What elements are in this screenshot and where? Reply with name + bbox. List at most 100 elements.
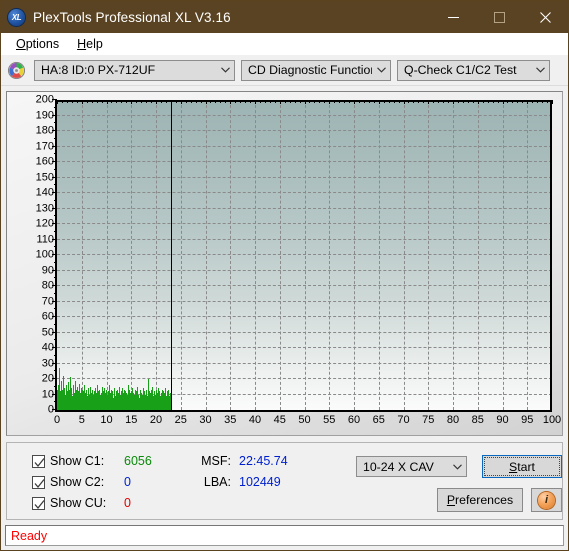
speed-select-value: 10-24 X CAV	[363, 459, 434, 474]
chevron-down-icon	[448, 463, 466, 470]
msf-readout: MSF: 22:45.74	[193, 454, 288, 468]
menu-bar: Options Help	[1, 33, 568, 55]
x-axis-tick-label: 45	[273, 414, 286, 426]
x-axis-minor-tick	[264, 100, 266, 103]
start-button[interactable]: Start	[482, 455, 562, 478]
x-axis-tick-mark	[502, 100, 504, 104]
chevron-down-icon	[216, 67, 234, 73]
x-axis-minor-tick	[482, 100, 484, 103]
lba-readout: LBA: 102449	[193, 475, 281, 489]
x-axis-minor-tick	[457, 100, 459, 103]
y-axis-tick-label: 140	[35, 186, 54, 199]
show-cu-row[interactable]: Show CU: 0	[32, 496, 131, 510]
speed-select[interactable]: 10-24 X CAV	[356, 456, 467, 477]
app-icon-text: XL	[11, 12, 22, 22]
x-axis-minor-tick	[512, 100, 514, 103]
y-axis-tick-mark	[52, 285, 57, 286]
x-axis-minor-tick	[170, 100, 172, 103]
title-bar: XL PlexTools Professional XL V3.16	[1, 1, 568, 33]
x-axis-tick-label: 30	[199, 414, 212, 426]
show-c2-label: Show C2:	[50, 475, 105, 489]
x-axis-minor-tick	[151, 100, 153, 103]
menu-item-options-label: ptions	[25, 37, 60, 51]
y-axis-tick-label: 50	[41, 326, 54, 338]
x-axis-tick-label: 85	[471, 414, 484, 426]
x-axis-tick-mark	[106, 100, 108, 104]
x-axis-minor-tick	[165, 100, 167, 103]
close-icon[interactable]	[522, 1, 568, 33]
y-axis-tick-mark	[52, 254, 57, 255]
x-axis-tick-mark	[156, 100, 157, 104]
y-axis-tick-mark	[52, 331, 57, 333]
x-axis-minor-tick	[76, 100, 78, 103]
x-axis-minor-tick	[91, 100, 93, 103]
show-cu-checkbox[interactable]	[32, 496, 45, 510]
x-axis-minor-tick	[235, 100, 237, 103]
x-axis-minor-tick	[96, 100, 98, 103]
x-axis-minor-tick	[160, 100, 162, 103]
x-axis-minor-tick	[314, 100, 316, 103]
y-axis-minor-tick	[54, 401, 57, 403]
x-axis-minor-tick	[413, 100, 415, 103]
test-select[interactable]: Q-Check C1/C2 Test	[397, 59, 550, 81]
minimize-icon[interactable]	[430, 1, 476, 33]
x-axis-minor-tick	[487, 100, 489, 103]
x-axis-tick-label: 15	[125, 414, 138, 426]
info-button[interactable]: i	[531, 488, 562, 512]
show-c2-checkbox[interactable]	[32, 475, 45, 489]
x-axis-tick-mark	[57, 100, 58, 104]
x-axis-minor-tick	[542, 100, 544, 103]
x-axis-minor-tick	[175, 100, 177, 103]
show-c2-row[interactable]: Show C2: 0	[32, 475, 131, 489]
cu-value: 0	[124, 496, 131, 510]
x-axis-minor-tick	[423, 100, 425, 103]
x-axis-minor-tick	[363, 100, 365, 103]
y-axis-tick-label: 190	[35, 109, 54, 121]
x-axis-tick-label: 25	[174, 414, 187, 426]
x-axis-tick-label: 40	[248, 414, 262, 426]
menu-item-options[interactable]: Options	[7, 35, 68, 53]
x-axis-minor-tick	[339, 100, 341, 103]
application-window: XL PlexTools Professional XL V3.16 Optio…	[0, 0, 569, 551]
x-axis-minor-tick	[250, 100, 252, 103]
x-axis-tick-mark	[354, 100, 355, 104]
msf-label: MSF:	[201, 454, 231, 468]
y-axis-minor-tick	[54, 292, 57, 294]
x-axis-tick-mark	[131, 100, 133, 104]
toolbar: HA:8 ID:0 PX-712UF CD Diagnostic Functio…	[1, 55, 568, 86]
function-select[interactable]: CD Diagnostic Functions	[241, 59, 391, 81]
y-axis-tick-label: 150	[35, 171, 54, 183]
y-axis-minor-tick	[54, 323, 57, 325]
info-panel: Show C1: 6056 Show C2: 0 Show CU: 0 MSF:…	[6, 442, 563, 520]
x-axis-minor-tick	[462, 100, 464, 103]
x-axis-tick-label: 0	[53, 414, 61, 426]
compact-disc-icon	[7, 61, 26, 79]
x-axis-minor-tick	[190, 100, 192, 103]
y-axis-tick-mark	[52, 378, 57, 379]
y-axis-tick-label: 120	[35, 217, 54, 230]
x-axis-minor-tick	[215, 100, 217, 103]
x-axis-minor-tick	[368, 100, 370, 103]
y-axis-tick-mark	[52, 192, 57, 193]
chart-panel: 0 10 20 30 40 50 60 70 80 90 100 110 120 130 140 150 160…	[6, 91, 563, 436]
y-axis-tick-mark	[52, 316, 57, 317]
maximize-icon[interactable]	[476, 1, 522, 33]
x-axis-minor-tick	[344, 100, 346, 103]
x-axis-minor-tick	[101, 100, 103, 103]
x-axis-minor-tick	[225, 100, 227, 103]
y-axis-minor-tick	[54, 339, 57, 341]
x-axis-minor-tick	[334, 100, 336, 103]
show-c1-checkbox[interactable]	[32, 454, 45, 468]
show-c1-row[interactable]: Show C1: 6056	[32, 454, 152, 468]
y-axis-minor-tick	[54, 215, 57, 217]
status-bar-wrap: Ready	[5, 525, 564, 546]
x-axis-tick-label: 35	[224, 414, 237, 426]
x-axis-minor-tick	[195, 100, 197, 103]
preferences-button[interactable]: Preferences	[437, 488, 523, 512]
device-select[interactable]: HA:8 ID:0 PX-712UF	[34, 59, 235, 81]
x-axis-minor-tick	[324, 100, 326, 103]
y-axis-tick-label: 70	[41, 295, 54, 307]
menu-item-help[interactable]: Help	[68, 35, 112, 53]
x-axis-tick-mark	[180, 100, 182, 104]
y-axis-tick-mark	[52, 223, 57, 224]
